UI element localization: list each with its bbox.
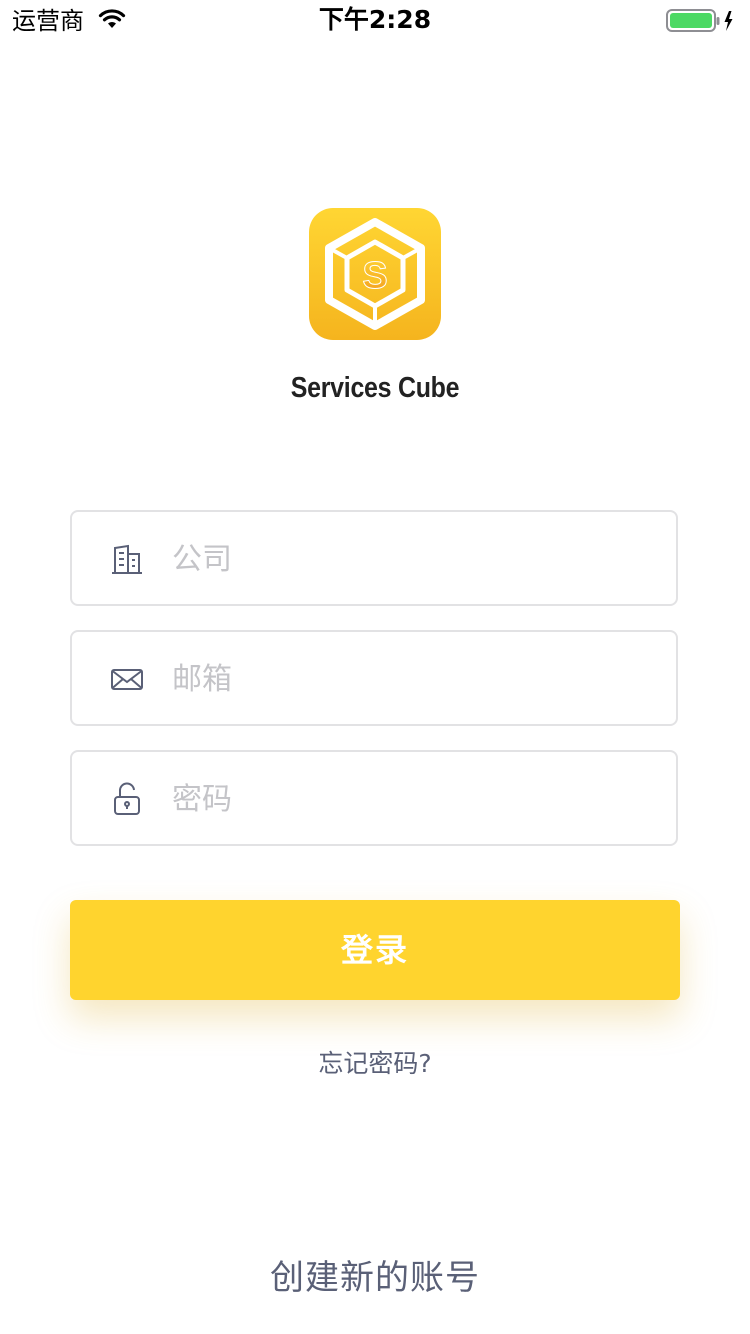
password-input[interactable] <box>172 774 652 824</box>
app-name: Services Cube <box>290 372 460 404</box>
forgot-password-link[interactable]: 忘记密码? <box>0 1044 750 1080</box>
email-input[interactable] <box>172 654 652 704</box>
login-screen: 运营商 下午2:28 S Services Cube 公司 邮箱 登录 忘记密码… <box>0 0 750 1334</box>
status-time: 下午2:28 <box>318 5 432 34</box>
unlock-icon <box>114 782 140 815</box>
svg-text:S: S <box>362 255 387 297</box>
password-field[interactable] <box>70 750 678 846</box>
company-input[interactable] <box>172 534 652 584</box>
building-icon <box>112 544 142 574</box>
create-account-link[interactable]: 创建新的账号 <box>0 1250 750 1299</box>
hexagon-cube-icon: S <box>325 218 425 330</box>
status-bar: 运营商 下午2:28 <box>0 0 750 40</box>
email-field[interactable] <box>70 630 678 726</box>
charging-bolt-icon <box>724 11 733 31</box>
login-button[interactable]: 登录 <box>70 900 680 1000</box>
envelope-icon <box>111 669 143 690</box>
company-field[interactable] <box>70 510 678 606</box>
battery-icon <box>666 9 733 32</box>
app-logo: S <box>309 208 441 340</box>
